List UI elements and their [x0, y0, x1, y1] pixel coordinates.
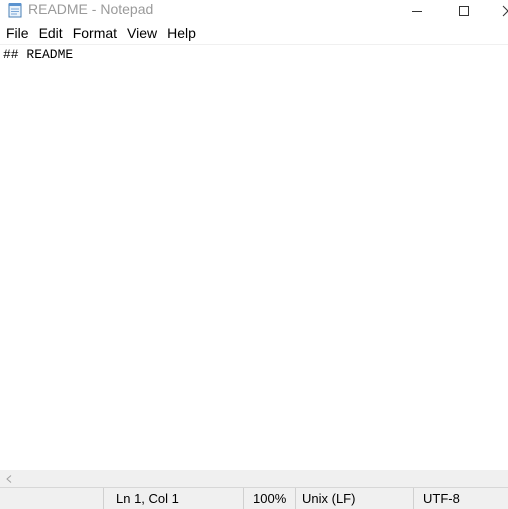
window-title: README - Notepad: [28, 1, 154, 17]
status-encoding: UTF-8: [413, 488, 508, 509]
menu-format[interactable]: Format: [68, 23, 122, 44]
text-editor[interactable]: ## README: [0, 44, 508, 470]
maximize-icon: [459, 6, 469, 16]
scroll-left-button[interactable]: [0, 470, 17, 487]
menu-file[interactable]: File: [0, 23, 34, 44]
minimize-icon: [412, 6, 422, 16]
maximize-button[interactable]: [441, 0, 487, 22]
menu-help[interactable]: Help: [162, 23, 201, 44]
status-zoom: 100%: [243, 488, 295, 509]
close-icon: [488, 5, 508, 17]
notepad-icon: [8, 2, 22, 18]
status-cursor-position: Ln 1, Col 1: [103, 488, 243, 509]
menu-edit[interactable]: Edit: [34, 23, 68, 44]
editor-content[interactable]: ## README: [3, 47, 73, 63]
status-line-ending: Unix (LF): [295, 488, 413, 509]
minimize-button[interactable]: [394, 0, 440, 22]
close-button[interactable]: [488, 0, 508, 22]
horizontal-scrollbar[interactable]: [0, 470, 508, 487]
menu-view[interactable]: View: [122, 23, 162, 44]
title-bar[interactable]: README - Notepad: [0, 0, 508, 22]
status-bar: Ln 1, Col 1 100% Unix (LF) UTF-8: [0, 487, 508, 509]
menu-bar: File Edit Format View Help: [0, 23, 508, 44]
scroll-left-arrow-icon: [5, 470, 12, 488]
